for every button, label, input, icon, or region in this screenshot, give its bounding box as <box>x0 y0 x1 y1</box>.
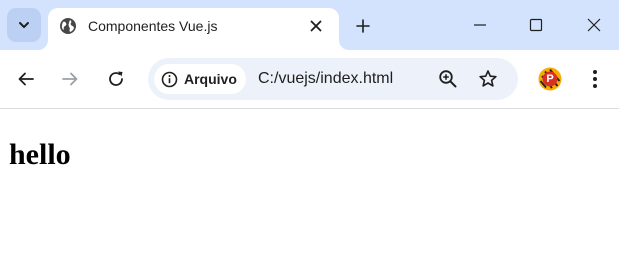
forward-button[interactable] <box>58 67 82 91</box>
new-tab-button[interactable] <box>352 15 374 37</box>
close-icon <box>587 18 601 32</box>
profile-avatar[interactable]: P <box>538 67 562 91</box>
tab-active[interactable]: Componentes Vue.js <box>48 8 339 50</box>
minimize-icon <box>473 18 487 32</box>
browser-window: Componentes Vue.js Arquivo C:/vuejs/inde… <box>0 0 619 280</box>
site-info-chip[interactable]: Arquivo <box>154 64 246 94</box>
zoom-icon[interactable] <box>437 68 459 90</box>
more-vertical-icon <box>592 69 598 89</box>
reload-icon <box>107 70 125 88</box>
info-icon <box>161 71 178 88</box>
plus-icon <box>356 19 370 33</box>
chevron-down-icon <box>17 18 31 32</box>
tab-close-button[interactable] <box>306 16 326 36</box>
tab-title: Componentes Vue.js <box>88 18 218 34</box>
profile-initial: P <box>546 73 554 85</box>
arrow-left-icon <box>17 70 35 88</box>
page-content: hello <box>0 109 619 280</box>
minimize-button[interactable] <box>466 11 494 39</box>
tab-strip: Componentes Vue.js <box>0 0 619 50</box>
arrow-right-icon <box>61 70 79 88</box>
back-button[interactable] <box>14 67 38 91</box>
page-heading: hello <box>9 138 71 171</box>
url-text[interactable]: C:/vuejs/index.html <box>258 70 393 88</box>
address-bar[interactable]: Arquivo C:/vuejs/index.html <box>148 58 518 100</box>
close-window-button[interactable] <box>580 11 608 39</box>
browser-toolbar: Arquivo C:/vuejs/index.html P <box>0 50 619 109</box>
maximize-icon <box>529 18 543 32</box>
close-icon <box>310 20 322 32</box>
reload-button[interactable] <box>104 67 128 91</box>
maximize-button[interactable] <box>522 11 550 39</box>
bookmark-star-icon[interactable] <box>477 68 499 90</box>
tab-search-button[interactable] <box>7 8 41 42</box>
browser-menu-button[interactable] <box>585 67 605 91</box>
site-chip-label: Arquivo <box>184 71 237 87</box>
globe-icon <box>59 17 77 35</box>
